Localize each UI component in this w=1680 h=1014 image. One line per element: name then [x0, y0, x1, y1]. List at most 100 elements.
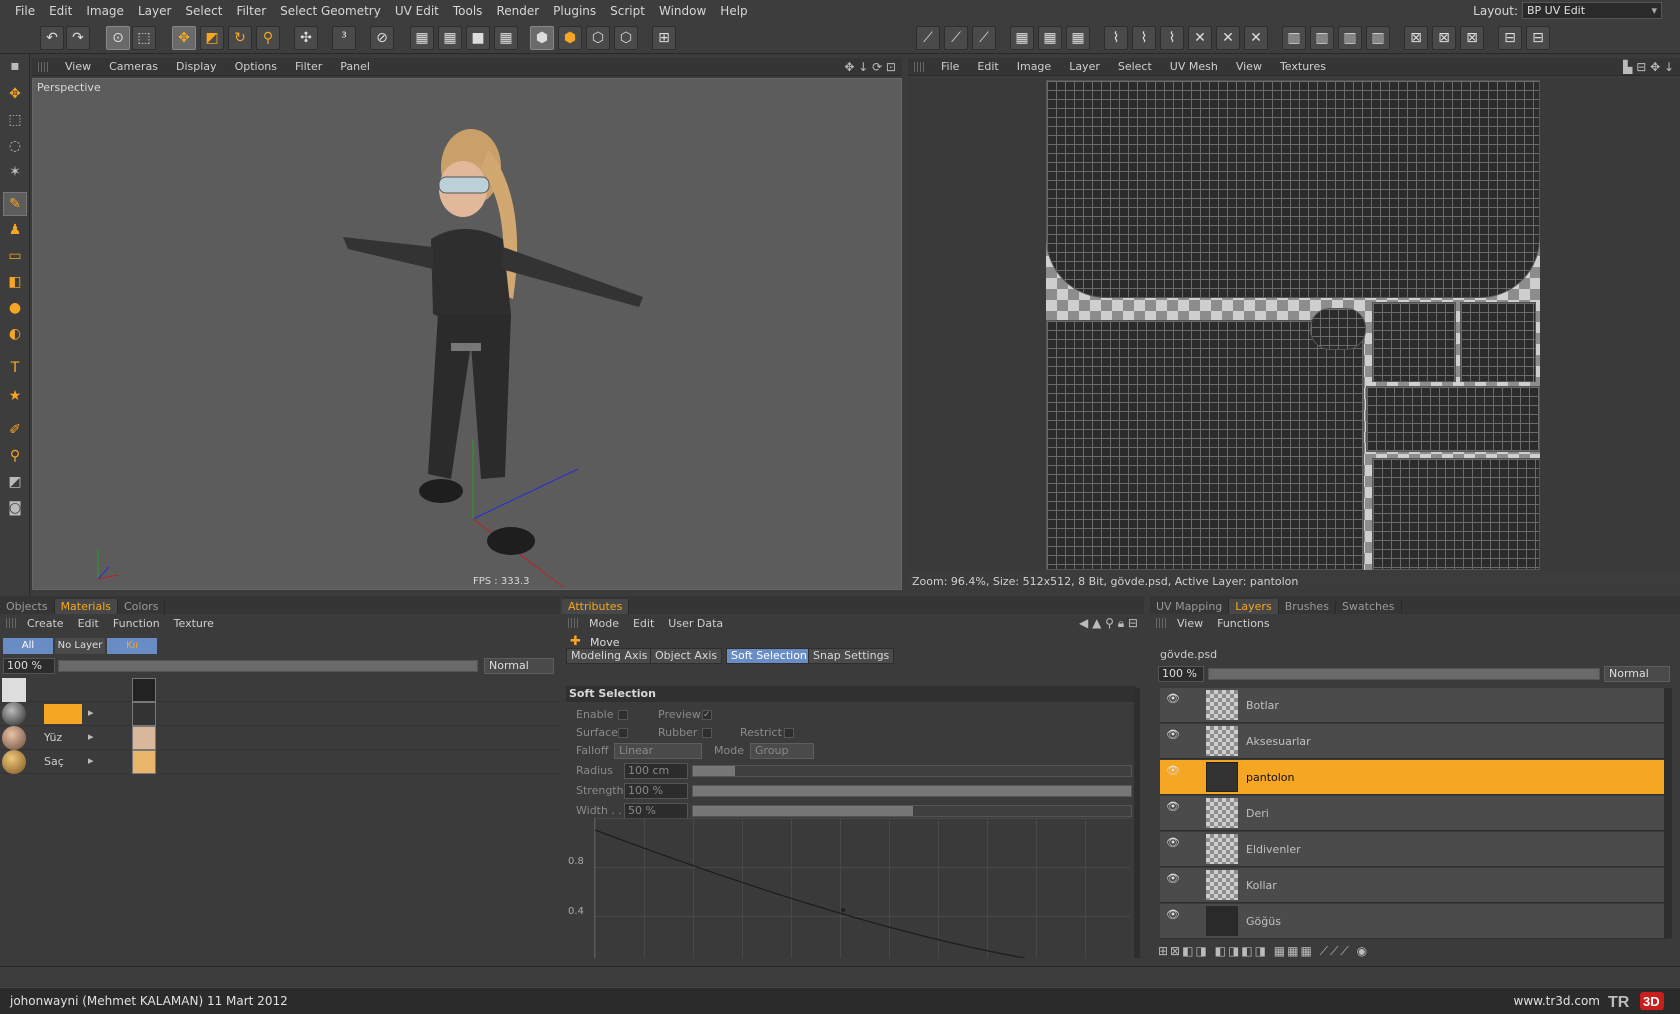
visibility-eye-icon[interactable]: 👁︎ — [1166, 800, 1182, 813]
visibility-eye-icon[interactable]: 👁︎ — [1166, 872, 1182, 885]
expand-arrow-icon[interactable]: ▸ — [88, 754, 94, 767]
eraser-icon[interactable]: ▭ — [3, 244, 27, 268]
materials-menu-create[interactable]: Create — [20, 617, 71, 630]
uv-relax-4-icon[interactable]: ✕ — [1188, 26, 1212, 50]
perspective-view[interactable]: Perspective FPS : 333.3 — [32, 78, 902, 590]
tab-attributes[interactable]: Attributes — [562, 599, 630, 614]
layer-blend-select[interactable]: Normal — [1604, 666, 1670, 682]
viewport-menu-cameras[interactable]: Cameras — [100, 60, 167, 73]
radius-slider[interactable] — [692, 765, 1132, 777]
tab-layers[interactable]: Layers — [1229, 599, 1279, 614]
restrict-checkbox[interactable] — [784, 728, 794, 738]
3d-paint-icon[interactable]: ³ — [332, 26, 356, 50]
color-swatch-icon[interactable]: ◩ — [3, 470, 27, 494]
menu-filter[interactable]: Filter — [229, 4, 273, 18]
panel-grip-icon[interactable] — [1156, 618, 1166, 628]
viewport-menu-view[interactable]: View — [56, 60, 100, 73]
cube-object-icon[interactable]: ⬢ — [530, 26, 554, 50]
viewport-menu-filter[interactable]: Filter — [286, 60, 331, 73]
scale-tool-icon[interactable]: ◩ — [200, 26, 224, 50]
redo-icon[interactable]: ↷ — [66, 26, 90, 50]
uv-grid-2-icon[interactable]: ▦ — [1038, 26, 1062, 50]
texture-menu-file[interactable]: File — [932, 60, 968, 73]
uv-island-boots[interactable] — [1372, 458, 1540, 570]
undo-icon[interactable]: ↶ — [40, 26, 64, 50]
layer-opacity-slider[interactable] — [1208, 668, 1600, 680]
texture-menu-textures[interactable]: Textures — [1271, 60, 1335, 73]
viewport-nav-icons[interactable]: ✥ ↓ ⟳ ⊡ — [844, 60, 902, 74]
radius-field[interactable]: 100 cm — [624, 763, 688, 779]
texture-menu-select[interactable]: Select — [1109, 60, 1161, 73]
material-name-face[interactable]: Yüz — [44, 731, 62, 744]
menu-window[interactable]: Window — [652, 4, 713, 18]
tab-materials[interactable]: Materials — [54, 599, 118, 614]
menu-edit[interactable]: Edit — [42, 4, 79, 18]
visibility-eye-icon[interactable]: 👁︎ — [1166, 836, 1182, 849]
eyedropper-icon[interactable]: ✐ — [3, 418, 27, 442]
material-row[interactable] — [0, 678, 560, 702]
width-field[interactable]: 50 % — [624, 803, 688, 819]
texture-menu-view[interactable]: View — [1227, 60, 1271, 73]
uv-relax-3-icon[interactable]: ⌇ — [1160, 26, 1184, 50]
tool-settings-icon[interactable]: ▪ — [3, 54, 27, 78]
cube-edges-icon[interactable]: ⬡ — [586, 26, 610, 50]
visibility-eye-icon[interactable]: 👁︎ — [1166, 692, 1182, 705]
rectangle-select-icon[interactable]: ⬚ — [3, 108, 27, 132]
width-slider[interactable] — [692, 805, 1132, 817]
tab-uv-mapping[interactable]: UV Mapping — [1150, 599, 1230, 614]
tab-colors[interactable]: Colors — [118, 599, 166, 614]
menu-render[interactable]: Render — [489, 4, 546, 18]
layer-row[interactable]: 👁︎ Eldivenler — [1160, 832, 1670, 867]
tab-brushes[interactable]: Brushes — [1279, 599, 1336, 614]
strength-field[interactable]: 100 % — [624, 783, 688, 799]
texture-menu-edit[interactable]: Edit — [968, 60, 1007, 73]
layer-row-active[interactable]: 👁︎ pantolon — [1160, 760, 1670, 795]
materials-menu-edit[interactable]: Edit — [71, 617, 106, 630]
render-picture-icon[interactable]: ▦ — [438, 26, 462, 50]
uv-editor-view[interactable] — [908, 78, 1680, 570]
layers-menu-functions[interactable]: Functions — [1210, 617, 1277, 630]
uv-extra-1-icon[interactable]: ⊟ — [1498, 26, 1522, 50]
menu-image[interactable]: Image — [79, 4, 131, 18]
dodge-icon[interactable]: ◐ — [3, 322, 27, 346]
rectangle-selection-icon[interactable]: ⬚ — [132, 26, 156, 50]
rubber-checkbox[interactable] — [702, 728, 712, 738]
uv-extra-2-icon[interactable]: ⊟ — [1526, 26, 1550, 50]
panel-grip-icon[interactable] — [38, 62, 48, 72]
materials-menu-texture[interactable]: Texture — [167, 617, 221, 630]
rotate-tool-icon[interactable]: ↻ — [228, 26, 252, 50]
recent-tools-icon[interactable]: ⚲ — [256, 26, 280, 50]
viewport-menu-options[interactable]: Options — [226, 60, 286, 73]
tab-modeling-axis[interactable]: Modeling Axis — [566, 648, 653, 664]
attributes-nav-icons[interactable]: ◀ ▲ ⚲ 🔒︎ ⊟ — [1079, 616, 1144, 631]
uv-tool-3-icon[interactable]: ⟋ — [972, 26, 996, 50]
panel-grip-icon[interactable] — [568, 618, 578, 628]
layer-row[interactable]: 👁︎ Botlar — [1160, 688, 1670, 723]
strength-slider[interactable] — [692, 785, 1132, 797]
mode-select[interactable]: Group — [750, 743, 814, 759]
lasso-select-icon[interactable]: ◌ — [3, 134, 27, 158]
uv-transform-3-icon[interactable]: ⊠ — [1460, 26, 1484, 50]
render-region-icon[interactable]: ■ — [466, 26, 490, 50]
magic-wand-icon[interactable]: ✶ — [3, 160, 27, 184]
enable-checkbox[interactable] — [618, 710, 628, 720]
visibility-eye-icon[interactable]: 👁︎ — [1166, 908, 1182, 921]
filter-layer-button[interactable]: Kıı — [107, 638, 157, 654]
viewport-menu-panel[interactable]: Panel — [331, 60, 379, 73]
uv-island-pants[interactable] — [1046, 320, 1364, 570]
panel-grip-icon[interactable] — [6, 618, 16, 628]
menu-plugins[interactable]: Plugins — [546, 4, 603, 18]
uv-relax-1-icon[interactable]: ⌇ — [1104, 26, 1128, 50]
uv-island-face[interactable] — [1366, 386, 1540, 452]
uv-transform-2-icon[interactable]: ⊠ — [1432, 26, 1456, 50]
clone-stamp-icon[interactable]: ♟ — [3, 218, 27, 242]
shape-tool-icon[interactable]: ★ — [3, 384, 27, 408]
mask-mode-icon[interactable]: ◙ — [3, 496, 27, 520]
uv-tool-2-icon[interactable]: ⟋ — [944, 26, 968, 50]
move-tool-icon[interactable]: ✥ — [172, 26, 196, 50]
falloff-graph[interactable] — [594, 818, 1130, 958]
uv-texture-canvas[interactable] — [1046, 80, 1540, 570]
uv-island-small-2[interactable] — [1372, 302, 1456, 382]
materials-zoom-field[interactable]: 100 % — [3, 658, 55, 674]
tab-soft-selection[interactable]: Soft Selection — [726, 648, 812, 664]
